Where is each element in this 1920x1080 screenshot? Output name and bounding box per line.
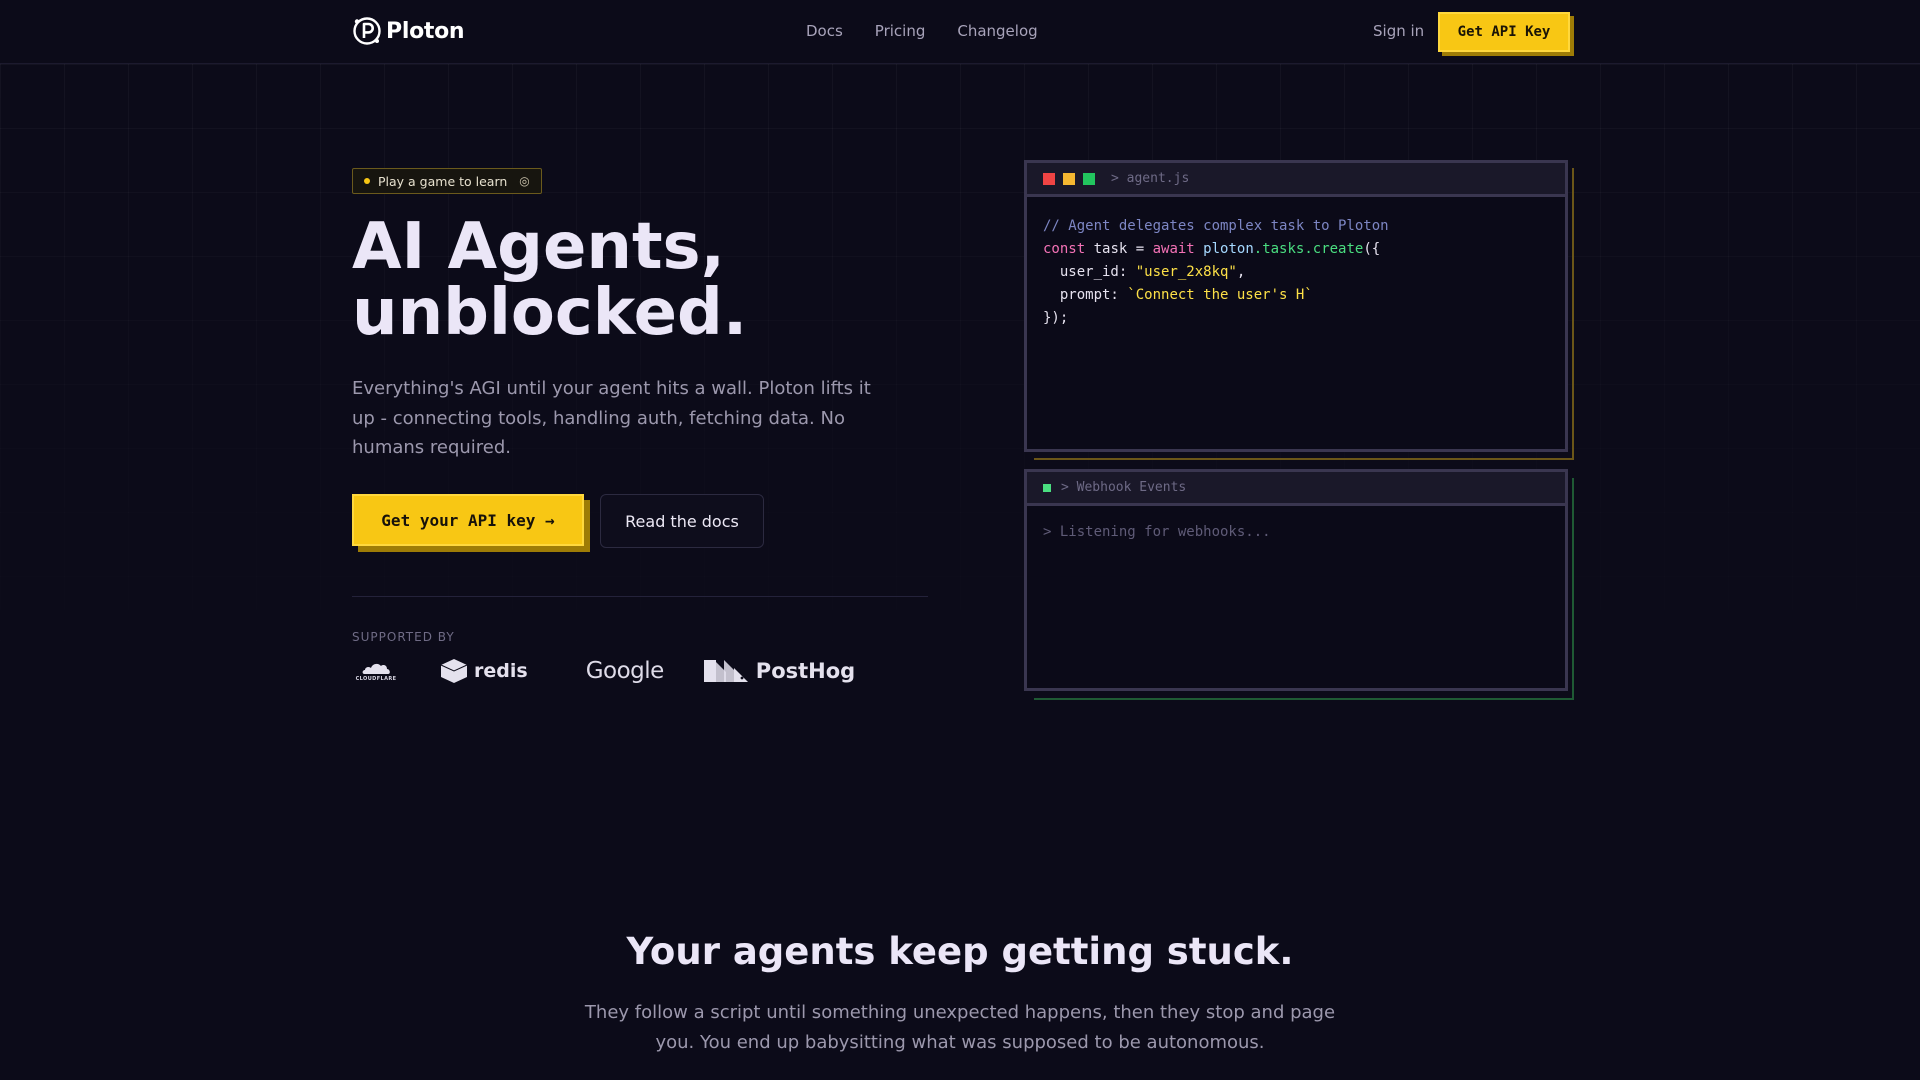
code-token: `Connect the user's H` (1127, 287, 1313, 303)
nav-link-changelog[interactable]: Changelog (957, 22, 1037, 40)
window-close-dot-icon (1043, 172, 1055, 185)
cloudflare-wordmark: CLOUDFLARE (355, 675, 397, 682)
posthog-logo: PostHog (703, 658, 856, 684)
hero-title-line2: unblocked. (352, 276, 748, 350)
posthog-wordmark: PostHog (755, 659, 856, 683)
redis-logo: redis (440, 658, 528, 684)
webhook-status-text: > Listening for webhooks... (1043, 524, 1271, 540)
read-docs-button[interactable]: Read the docs (600, 494, 764, 548)
code-panel-header: > agent.js (1027, 163, 1565, 197)
get-your-api-key-button[interactable]: Get your API key → (352, 494, 584, 546)
redis-wordmark: redis (474, 660, 528, 682)
webhook-events-panel: > Webhook Events > Listening for webhook… (1024, 469, 1568, 691)
redis-cube-icon (440, 659, 468, 683)
section-subtitle: They follow a script until something une… (584, 1002, 1336, 1053)
sponsor-logos: CLOUDFLARE redis Google PostHog (352, 658, 856, 684)
code-token: await (1152, 241, 1195, 257)
section-title: Your agents keep getting stuck. (626, 930, 1294, 973)
google-logo: Google (585, 658, 665, 684)
hero-title: AI Agents, unblocked. (352, 214, 912, 346)
code-token: , (1236, 264, 1246, 280)
code-token: "user_2x8kq" (1135, 264, 1237, 280)
play-game-badge[interactable]: Play a game to learn ◎ (352, 168, 542, 194)
window-minimize-dot-icon (1063, 172, 1075, 185)
hero-title-line1: AI Agents, (352, 210, 725, 284)
brand-logo[interactable]: Ploton (352, 16, 465, 46)
webhook-status-dot-icon (1043, 483, 1051, 492)
background-grid (0, 64, 1920, 764)
code-token: user_id: (1043, 264, 1136, 280)
code-comment: // Agent delegates complex task to Ploto… (1043, 218, 1389, 234)
supported-by-label: SUPPORTED BY (352, 630, 455, 644)
code-editor-panel: > agent.js // Agent delegates complex ta… (1024, 160, 1568, 452)
posthog-hedgehog-icon (703, 660, 748, 682)
code-token: const (1043, 241, 1086, 257)
brand-name: Ploton (386, 18, 465, 44)
cloudflare-cloud-icon (362, 663, 390, 674)
code-token: ploton (1194, 241, 1254, 257)
code-token: prompt: (1043, 287, 1128, 303)
code-token: }); (1043, 310, 1069, 326)
code-filename: > agent.js (1111, 171, 1190, 186)
nav-link-docs[interactable]: Docs (806, 22, 843, 40)
hero-subtitle: Everything's AGI until your agent hits a… (352, 378, 871, 458)
code-token: task = (1085, 241, 1153, 257)
get-api-key-button[interactable]: Get API Key (1438, 12, 1570, 52)
cloudflare-logo: CLOUDFLARE (352, 661, 400, 682)
webhook-panel-header: > Webhook Events (1027, 472, 1565, 506)
target-icon: ◎ (519, 174, 530, 188)
nav-link-pricing[interactable]: Pricing (875, 22, 926, 40)
window-maximize-dot-icon (1083, 172, 1095, 185)
signin-link[interactable]: Sign in (1373, 22, 1424, 40)
webhook-panel-title: > Webhook Events (1061, 480, 1187, 495)
badge-dot-icon (364, 178, 370, 184)
ploton-logo-icon (352, 16, 382, 46)
hero-divider (352, 596, 928, 597)
main-nav: Docs Pricing Changelog (806, 22, 1038, 40)
top-navbar: Ploton Docs Pricing Changelog Sign in Ge… (0, 0, 1920, 64)
code-snippet: // Agent delegates complex task to Ploto… (1027, 197, 1565, 348)
code-token: .tasks.create (1253, 241, 1364, 257)
badge-label: Play a game to learn (378, 173, 508, 189)
code-token: ({ (1363, 241, 1381, 257)
